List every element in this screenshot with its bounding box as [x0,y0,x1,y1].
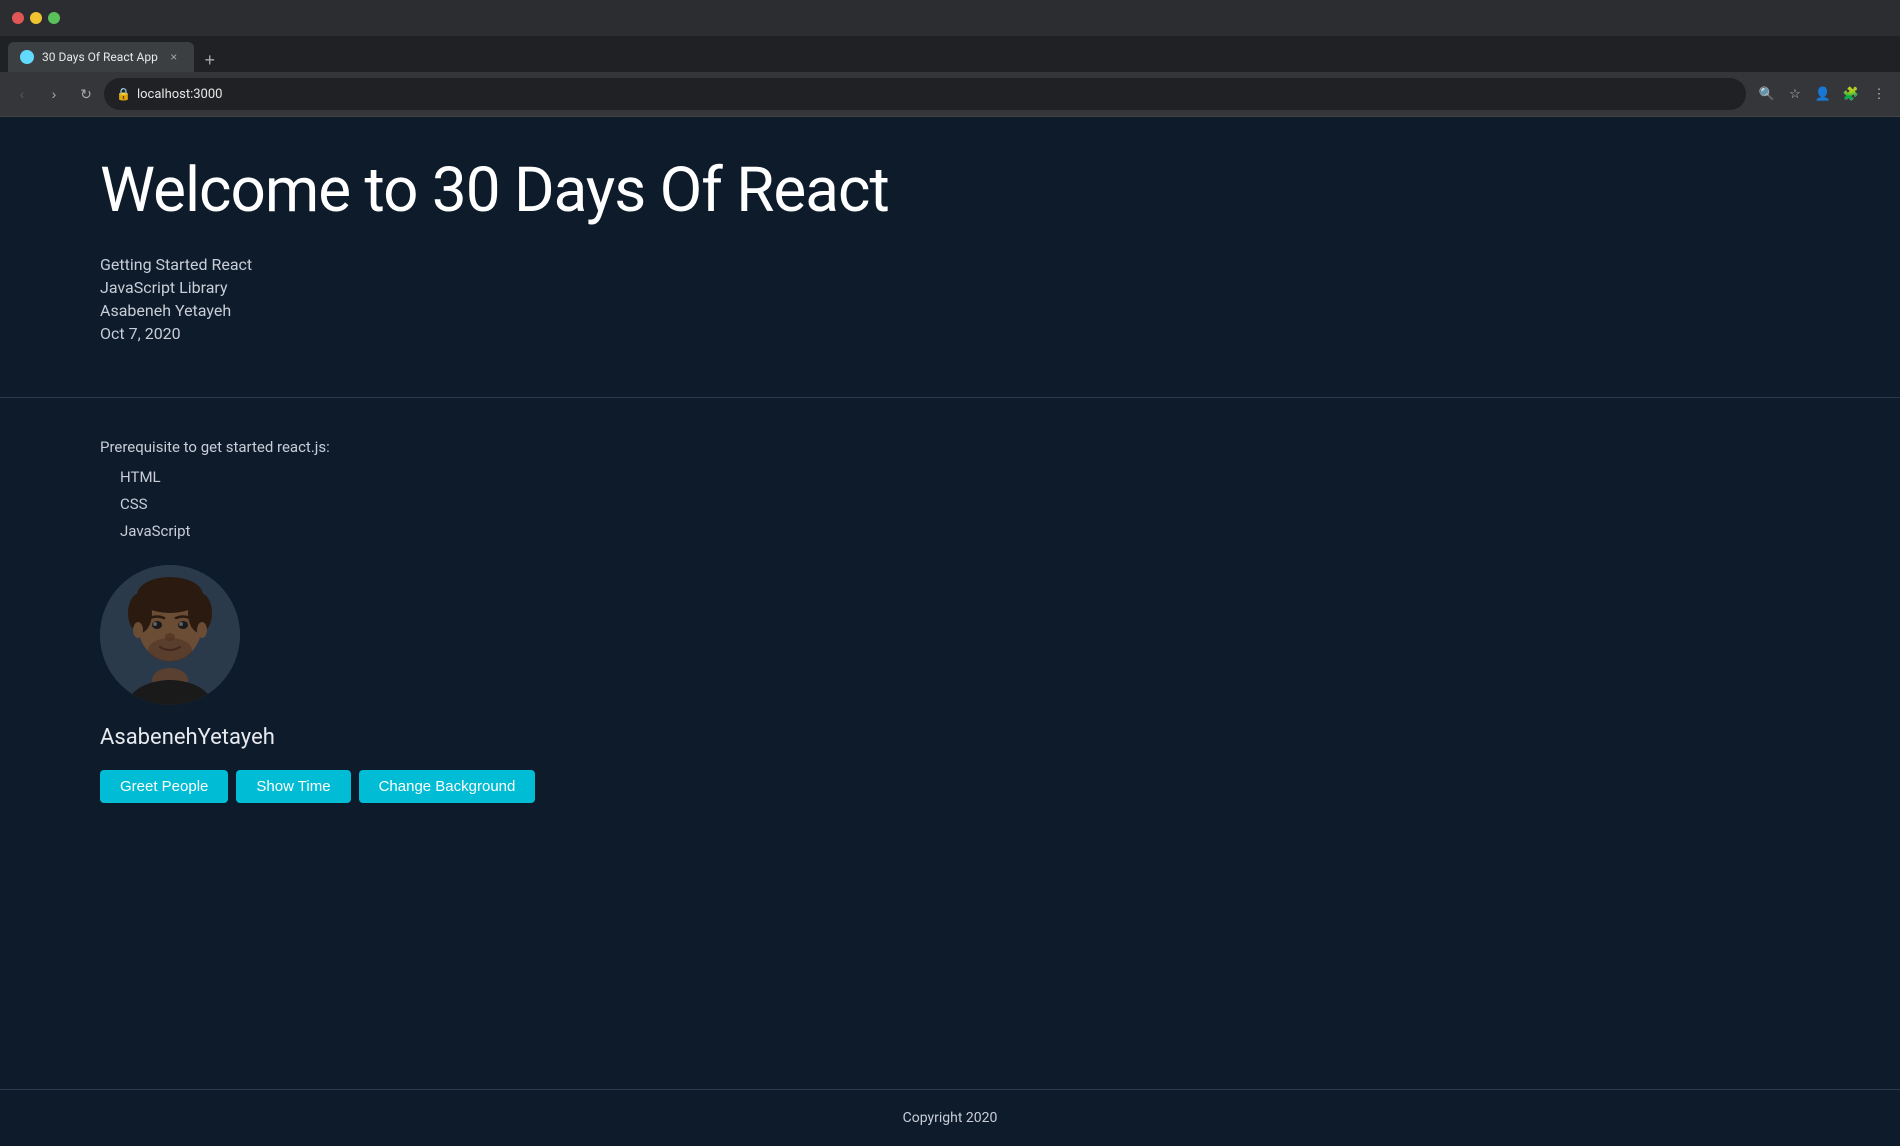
new-tab-button[interactable]: + [198,48,222,72]
page-main: Welcome to 30 Days Of React Getting Star… [0,117,1900,1089]
page-footer: Copyright 2020 [0,1089,1900,1146]
avatar-image [100,565,240,705]
buttons-row: Greet People Show Time Change Background [100,770,1800,803]
forward-button[interactable]: › [40,80,68,108]
show-time-button[interactable]: Show Time [236,770,350,803]
menu-button[interactable]: ⋮ [1866,81,1892,107]
tab-title: 30 Days Of React App [42,50,158,64]
change-background-button[interactable]: Change Background [359,770,536,803]
title-bar [0,0,1900,36]
hero-title: Welcome to 30 Days Of React [100,157,1800,225]
copyright-text: Copyright 2020 [903,1110,998,1126]
subtitle-js-library: JavaScript Library [100,278,1800,297]
tab-favicon [20,50,34,64]
subtitle-getting-started: Getting Started React [100,255,1800,274]
prereq-javascript: JavaScript [120,518,1800,545]
prereq-css: CSS [120,491,1800,518]
date-text: Oct 7, 2020 [100,324,1800,343]
window-controls [12,12,60,24]
page-content: Welcome to 30 Days Of React Getting Star… [0,117,1900,1146]
greet-people-button[interactable]: Greet People [100,770,228,803]
window-close-button[interactable] [12,12,24,24]
back-button[interactable]: ‹ [8,80,36,108]
active-tab[interactable]: 30 Days Of React App × [8,42,194,72]
avatar-container [100,565,1800,705]
toolbar-actions: 🔍 ☆ 👤 🧩 ⋮ [1754,81,1892,107]
hero-section: Welcome to 30 Days Of React Getting Star… [0,117,1900,377]
browser-toolbar: ‹ › ↻ 🔒 localhost:3000 🔍 ☆ 👤 🧩 ⋮ [0,72,1900,116]
prerequisites-list: HTML CSS JavaScript [120,464,1800,545]
tabs-bar: 30 Days Of React App × + [0,36,1900,72]
zoom-button[interactable]: 🔍 [1754,81,1780,107]
window-minimize-button[interactable] [30,12,42,24]
prereq-html: HTML [120,464,1800,491]
reload-button[interactable]: ↻ [72,80,100,108]
address-bar[interactable]: 🔒 localhost:3000 [104,78,1746,110]
profile-button[interactable]: 👤 [1810,81,1836,107]
author-name: AsabenehYetayeh [100,725,1800,750]
author-credit: Asabeneh Yetayeh [100,301,1800,320]
prerequisite-label: Prerequisite to get started react.js: [100,438,1800,456]
bookmark-button[interactable]: ☆ [1782,81,1808,107]
content-section: Prerequisite to get started react.js: HT… [0,418,1900,823]
browser-chrome: 30 Days Of React App × + ‹ › ↻ 🔒 localho… [0,0,1900,117]
window-maximize-button[interactable] [48,12,60,24]
extensions-button[interactable]: 🧩 [1838,81,1864,107]
url-text: localhost:3000 [137,87,1734,102]
section-divider [0,397,1900,398]
tab-close-button[interactable]: × [166,49,182,65]
lock-icon: 🔒 [116,87,131,101]
avatar [100,565,240,705]
